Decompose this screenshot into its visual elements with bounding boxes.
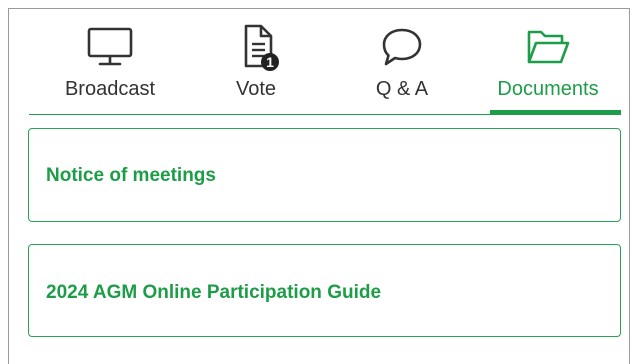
tab-bar: Broadcast 1 Vote Q & A Documents: [21, 18, 621, 116]
vote-badge-count: 1: [266, 54, 274, 70]
tab-label-qa: Q & A: [375, 78, 429, 100]
tab-documents[interactable]: Documents: [483, 18, 613, 116]
document-title: 2024 AGM Online Participation Guide: [46, 282, 382, 303]
document-icon: 1: [244, 24, 279, 71]
monitor-icon: [87, 27, 133, 66]
tab-vote[interactable]: 1 Vote: [191, 18, 321, 116]
tab-label-vote: Vote: [235, 78, 277, 100]
folder-open-icon: [527, 30, 570, 64]
tab-label-broadcast: Broadcast: [64, 78, 156, 100]
tab-label-documents: Documents: [497, 78, 599, 100]
tab-broadcast[interactable]: Broadcast: [45, 18, 175, 116]
document-card-participation-guide[interactable]: 2024 AGM Online Participation Guide: [28, 244, 621, 337]
document-card-notice-of-meetings[interactable]: Notice of meetings: [28, 128, 621, 222]
document-title: Notice of meetings: [46, 165, 216, 186]
tab-divider: [29, 114, 621, 115]
speech-bubble-icon: [382, 28, 422, 66]
tab-qa[interactable]: Q & A: [337, 18, 467, 116]
